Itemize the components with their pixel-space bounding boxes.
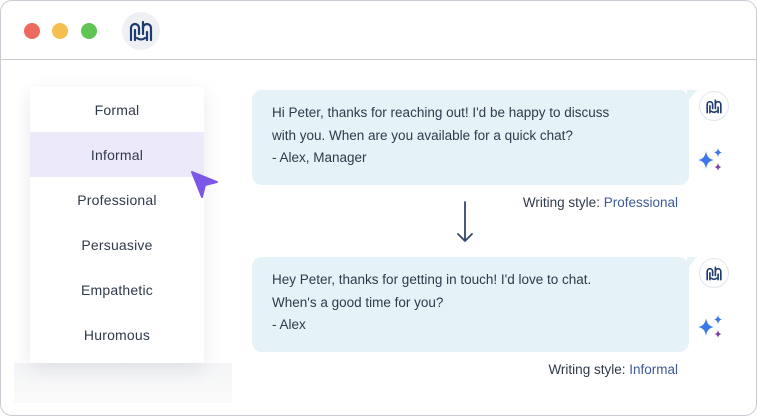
style-option-informal[interactable]: Informal bbox=[30, 132, 204, 177]
panel-shadow bbox=[14, 363, 232, 403]
close-window-button[interactable] bbox=[24, 23, 40, 39]
writing-style-caption: Writing style: Professional bbox=[523, 195, 678, 210]
message-line: When's a good time for you? bbox=[272, 294, 444, 310]
style-option-empathetic[interactable]: Empathetic bbox=[30, 267, 204, 312]
bubble-tail bbox=[687, 90, 697, 102]
caption-label: Writing style: bbox=[548, 362, 630, 377]
style-option-persuasive[interactable]: Persuasive bbox=[30, 222, 204, 267]
message-line: with you. When are you available for a q… bbox=[272, 127, 573, 143]
style-option-label: Huromous bbox=[83, 326, 151, 343]
message-bubble-rewritten: Hey Peter, thanks for getting in touch! … bbox=[252, 257, 697, 352]
style-option-professional[interactable]: Professional bbox=[30, 177, 204, 222]
maximize-window-button[interactable] bbox=[81, 23, 97, 39]
message-bubble-original: Hi Peter, thanks for reaching out! I'd b… bbox=[252, 90, 697, 185]
app-window: Formal Informal Professional Persuasive … bbox=[0, 0, 757, 416]
style-option-label: Persuasive bbox=[81, 236, 153, 253]
style-option-label: Professional bbox=[77, 191, 157, 208]
style-option-label: Informal bbox=[90, 146, 144, 163]
message-line: - Alex, Manager bbox=[272, 150, 367, 165]
bubble-tail bbox=[687, 257, 697, 269]
assistant-avatar-icon bbox=[699, 91, 729, 121]
message-line: Hi Peter, thanks for reaching out! I'd b… bbox=[272, 105, 610, 120]
caption-label: Writing style: bbox=[522, 195, 604, 210]
style-option-label: Empathetic bbox=[80, 281, 154, 298]
minimize-window-button[interactable] bbox=[52, 23, 68, 39]
sparkle-icon[interactable] bbox=[696, 313, 726, 343]
cursor-pointer-icon bbox=[191, 171, 218, 198]
style-option-label: Formal bbox=[94, 101, 140, 118]
writing-style-caption: Writing style: Informal bbox=[548, 362, 678, 377]
assistant-avatar-icon bbox=[699, 258, 729, 288]
arrow-down-icon bbox=[457, 201, 473, 242]
writing-style-menu: Formal Informal Professional Persuasive … bbox=[30, 87, 204, 363]
sparkle-icon[interactable] bbox=[696, 146, 726, 176]
style-option-formal[interactable]: Formal bbox=[30, 87, 204, 132]
style-option-huromous[interactable]: Huromous bbox=[30, 312, 204, 357]
title-bar bbox=[1, 1, 756, 60]
message-line: Hey Peter, thanks for getting in touch! … bbox=[272, 272, 592, 287]
message-line: - Alex bbox=[272, 317, 306, 332]
caption-value: Professional bbox=[603, 195, 678, 210]
app-logo-icon bbox=[122, 12, 160, 50]
caption-value: Informal bbox=[629, 362, 678, 377]
